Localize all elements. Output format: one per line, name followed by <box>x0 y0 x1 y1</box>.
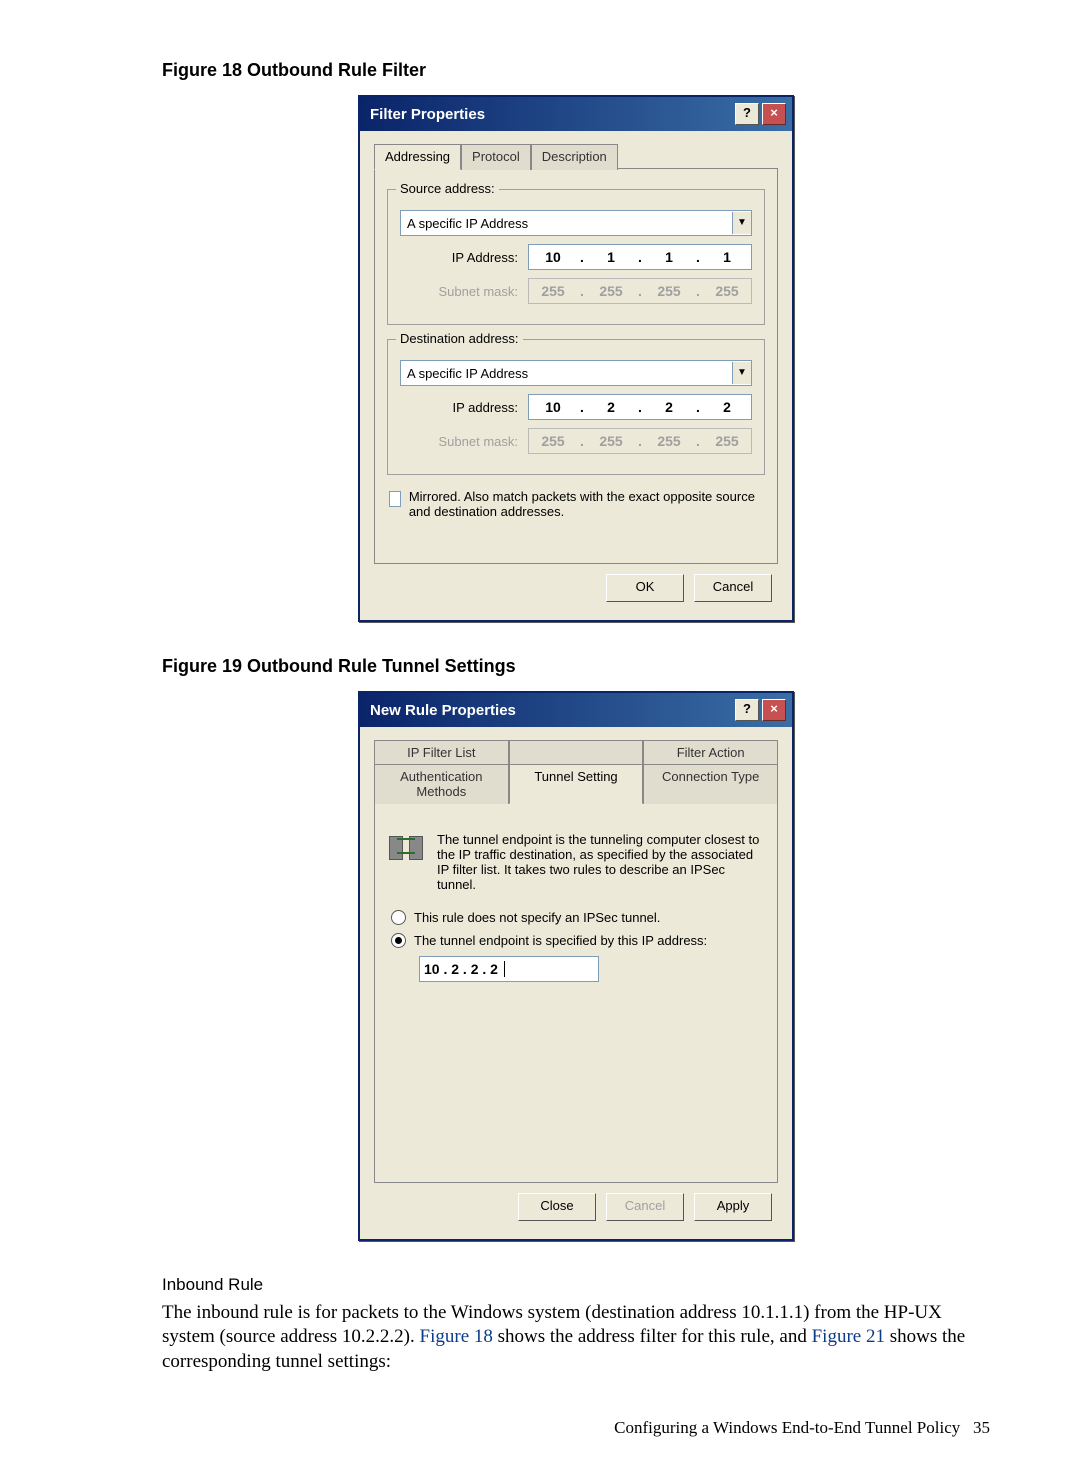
tab-tunnel-setting[interactable]: Tunnel Setting <box>509 764 644 804</box>
tab-addressing[interactable]: Addressing <box>374 144 461 170</box>
inbound-rule-heading: Inbound Rule <box>162 1275 990 1295</box>
radio-specify-tunnel-label: The tunnel endpoint is specified by this… <box>414 933 707 948</box>
chevron-down-icon: ▼ <box>732 362 751 384</box>
source-legend: Source address: <box>396 181 499 196</box>
mirrored-checkbox-row: Mirrored. Also match packets with the ex… <box>389 489 763 519</box>
tunnel-ip-input[interactable]: 10 . 2 . 2 . 2 <box>419 956 599 982</box>
radio-no-tunnel-row[interactable]: This rule does not specify an IPSec tunn… <box>391 910 761 925</box>
ip-octet: 2 <box>703 399 751 415</box>
mirrored-label: Mirrored. Also match packets with the ex… <box>409 489 763 519</box>
destination-ip-label: IP address: <box>400 400 518 415</box>
dialog2-title: New Rule Properties <box>370 702 516 719</box>
destination-legend: Destination address: <box>396 331 523 346</box>
cancel-button[interactable]: Cancel <box>694 574 772 602</box>
destination-mask-label: Subnet mask: <box>400 434 518 449</box>
ip-octet: 255 <box>529 433 577 449</box>
ip-octet: 1 <box>587 249 635 265</box>
destination-address-group: Destination address: A specific IP Addre… <box>387 339 765 475</box>
source-dropdown-value: A specific IP Address <box>407 216 528 231</box>
tab-protocol[interactable]: Protocol <box>461 144 531 170</box>
ip-octet: 255 <box>703 283 751 299</box>
footer-title: Configuring a Windows End-to-End Tunnel … <box>614 1418 960 1437</box>
figure-19-caption: Figure 19 Outbound Rule Tunnel Settings <box>162 656 990 677</box>
radio-no-tunnel[interactable] <box>391 910 406 925</box>
ip-octet: 1 <box>645 249 693 265</box>
radio-specify-tunnel-row[interactable]: The tunnel endpoint is specified by this… <box>391 933 761 948</box>
apply-button[interactable]: Apply <box>694 1193 772 1221</box>
close-button[interactable]: × <box>762 103 786 125</box>
tab-connection-type[interactable]: Connection Type <box>643 764 778 804</box>
source-mask-label: Subnet mask: <box>400 284 518 299</box>
new-rule-properties-dialog: New Rule Properties ? × IP Filter List F… <box>358 691 794 1241</box>
help-button[interactable]: ? <box>735 699 759 721</box>
tunnel-info-text: The tunnel endpoint is the tunneling com… <box>437 832 763 892</box>
close-button[interactable]: × <box>762 699 786 721</box>
dialog1-titlebar: Filter Properties ? × <box>360 97 792 131</box>
inbound-rule-paragraph: The inbound rule is for packets to the W… <box>162 1301 990 1374</box>
source-address-dropdown[interactable]: A specific IP Address ▼ <box>400 210 752 236</box>
figure-18-caption: Figure 18 Outbound Rule Filter <box>162 60 990 81</box>
figure-21-link[interactable]: Figure 21 <box>812 1326 885 1347</box>
chevron-down-icon: ▼ <box>732 212 751 234</box>
destination-address-dropdown[interactable]: A specific IP Address ▼ <box>400 360 752 386</box>
ip-octet: 255 <box>645 283 693 299</box>
ip-octet: 255 <box>529 283 577 299</box>
ip-octet: 255 <box>645 433 693 449</box>
source-ip-input[interactable]: 10. 1. 1. 1 <box>528 244 752 270</box>
ip-octet: 2 <box>645 399 693 415</box>
mirrored-checkbox[interactable] <box>389 491 401 507</box>
ip-octet: 10 <box>529 249 577 265</box>
ip-octet: 255 <box>587 433 635 449</box>
tab-filter-action[interactable]: Filter Action <box>643 740 778 765</box>
radio-specify-tunnel[interactable] <box>391 933 406 948</box>
filter-properties-dialog: Filter Properties ? × Addressing Protoco… <box>358 95 794 622</box>
tab-description[interactable]: Description <box>531 144 618 170</box>
tab-ip-filter-list[interactable]: IP Filter List <box>374 740 509 765</box>
tab-auth-methods[interactable]: Authentication Methods <box>374 764 509 804</box>
destination-dropdown-value: A specific IP Address <box>407 366 528 381</box>
cancel-button: Cancel <box>606 1193 684 1221</box>
ip-octet: 10 <box>529 399 577 415</box>
source-address-group: Source address: A specific IP Address ▼ … <box>387 189 765 325</box>
dialog2-titlebar: New Rule Properties ? × <box>360 693 792 727</box>
source-mask-input: 255. 255. 255. 255 <box>528 278 752 304</box>
ok-button[interactable]: OK <box>606 574 684 602</box>
radio-no-tunnel-label: This rule does not specify an IPSec tunn… <box>414 910 660 925</box>
tunnel-icon <box>389 832 423 862</box>
ip-octet: 2 <box>587 399 635 415</box>
dialog1-title: Filter Properties <box>370 106 485 123</box>
tab-spacer <box>509 740 644 765</box>
destination-ip-input[interactable]: 10. 2. 2. 2 <box>528 394 752 420</box>
footer-page-number: 35 <box>973 1418 990 1437</box>
tunnel-ip-value: 10 . 2 . 2 . 2 <box>424 961 498 977</box>
ip-octet: 255 <box>703 433 751 449</box>
ip-octet: 1 <box>703 249 751 265</box>
ip-octet: 255 <box>587 283 635 299</box>
source-ip-label: IP Address: <box>400 250 518 265</box>
figure-18-link[interactable]: Figure 18 <box>420 1326 493 1347</box>
close-dialog-button[interactable]: Close <box>518 1193 596 1221</box>
para-text: shows the address filter for this rule, … <box>493 1326 812 1347</box>
destination-mask-input: 255. 255. 255. 255 <box>528 428 752 454</box>
help-button[interactable]: ? <box>735 103 759 125</box>
text-caret <box>504 961 505 977</box>
page-footer: Configuring a Windows End-to-End Tunnel … <box>162 1418 990 1438</box>
